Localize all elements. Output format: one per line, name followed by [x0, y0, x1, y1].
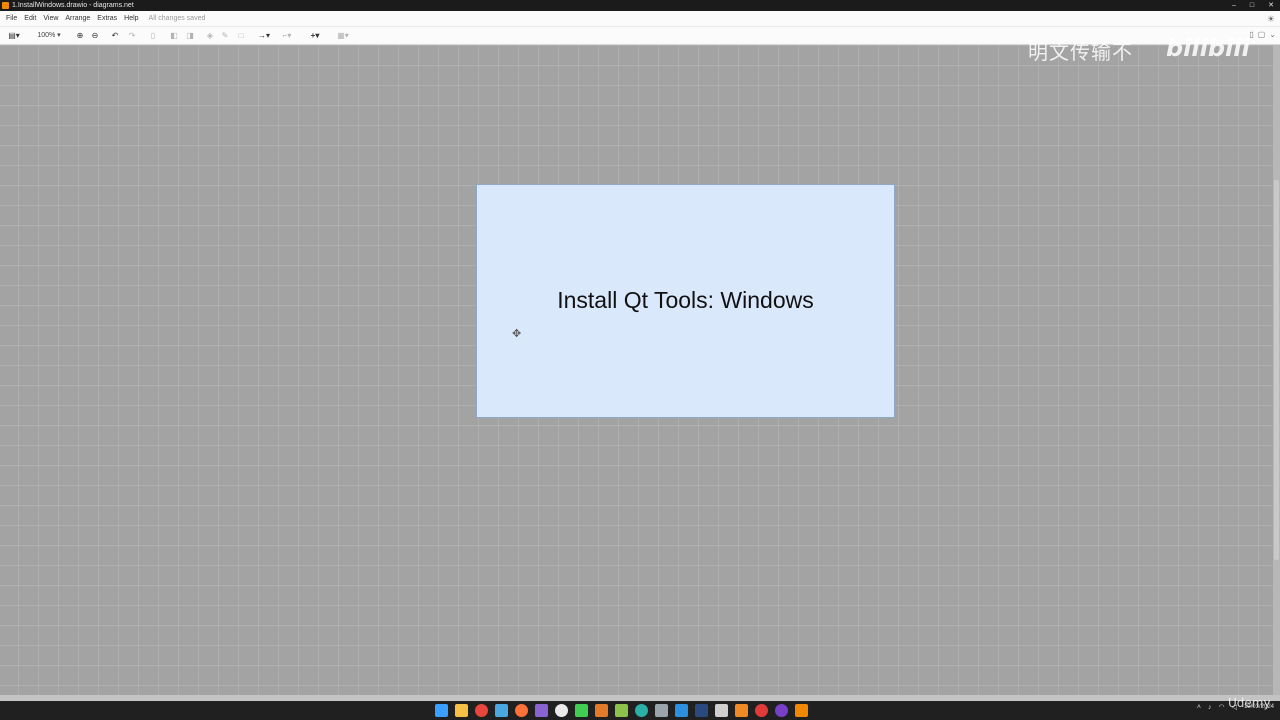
toolbar-right: ▯ ▢ ⌄ [1249, 30, 1276, 39]
scrollbar-thumb[interactable] [1274, 180, 1279, 560]
firefox-icon[interactable] [515, 704, 528, 717]
fullscreen-icon[interactable]: ▢ [1258, 30, 1266, 39]
window-controls: – □ ✕ [1232, 0, 1274, 11]
to-front-icon[interactable]: ◧ [169, 30, 179, 42]
maximize-button[interactable]: □ [1250, 0, 1254, 11]
drawio-taskbar-icon[interactable] [795, 704, 808, 717]
save-status: All changes saved [148, 15, 206, 22]
title-bar: 1.InstallWindows.drawio - diagrams.net –… [0, 0, 1280, 11]
notepad-icon[interactable] [615, 704, 628, 717]
udemy-watermark: Udemy [1228, 696, 1271, 710]
taskbar-apps [435, 704, 808, 717]
chrome-icon[interactable] [475, 704, 488, 717]
app-icon[interactable] [495, 704, 508, 717]
table-icon[interactable]: ▦▾ [334, 30, 352, 42]
menu-file[interactable]: File [6, 11, 17, 27]
wifi-icon[interactable]: ◠ [1218, 703, 1224, 711]
collapse-icon[interactable]: ⌄ [1269, 30, 1276, 39]
app2-icon[interactable] [755, 704, 768, 717]
format-panel-icon[interactable]: ▤▾ [6, 30, 22, 42]
remote-desktop-icon[interactable] [715, 704, 728, 717]
shadow-icon[interactable]: □ [236, 30, 246, 42]
menu-bar: File Edit View Arrange Extras Help All c… [0, 11, 1280, 27]
file-explorer-icon[interactable] [455, 704, 468, 717]
watermark-text: 明文传输不 [1028, 40, 1133, 64]
ds-icon[interactable] [695, 704, 708, 717]
insert-icon[interactable]: +▾ [306, 30, 324, 42]
drawio-app-icon [2, 2, 9, 9]
menu-extras[interactable]: Extras [97, 11, 117, 27]
undo-icon[interactable]: ↶ [110, 30, 120, 42]
diagram-shape[interactable]: Install Qt Tools: Windows [476, 184, 895, 418]
zoom-select[interactable]: 100% ▾ [34, 30, 64, 42]
menu-edit[interactable]: Edit [24, 11, 36, 27]
delete-icon[interactable]: ▯ [148, 30, 158, 42]
edge-icon[interactable] [635, 704, 648, 717]
chatgpt-icon[interactable] [555, 704, 568, 717]
menu-view[interactable]: View [43, 11, 58, 27]
chevron-up-icon[interactable]: ˄ [1197, 704, 1201, 711]
blender-icon[interactable] [595, 704, 608, 717]
qt-creator-icon[interactable] [575, 704, 588, 717]
taskbar: ˄ ♪ ◠ ◁ 19/03/2024 [0, 701, 1280, 720]
terminal-icon[interactable] [655, 704, 668, 717]
visual-studio-icon[interactable] [535, 704, 548, 717]
zoom-value: 100% [37, 32, 56, 39]
menu-help[interactable]: Help [124, 11, 138, 27]
move-cursor-icon: ✥ [512, 328, 522, 340]
fill-color-icon[interactable]: ◈ [205, 30, 215, 42]
blender2-icon[interactable] [735, 704, 748, 717]
waypoints-icon[interactable]: ⌐▾ [279, 30, 295, 42]
vscode-icon[interactable] [675, 704, 688, 717]
to-back-icon[interactable]: ◨ [185, 30, 195, 42]
window-title: 1.InstallWindows.drawio - diagrams.net [12, 2, 134, 9]
menu-arrange[interactable]: Arrange [65, 11, 90, 27]
connection-icon[interactable]: →▾ [256, 30, 272, 42]
mic-icon[interactable]: ♪ [1208, 704, 1212, 711]
settings-icon[interactable]: ☀ [1267, 11, 1275, 27]
obs-icon[interactable] [775, 704, 788, 717]
start-icon[interactable] [435, 704, 448, 717]
zoom-in-icon[interactable]: ⊕ [75, 30, 85, 42]
close-button[interactable]: ✕ [1268, 0, 1274, 11]
vertical-scrollbar[interactable] [1273, 45, 1280, 695]
zoom-out-icon[interactable]: ⊖ [90, 30, 100, 42]
line-color-icon[interactable]: ✎ [220, 30, 230, 42]
minimize-button[interactable]: – [1232, 0, 1236, 11]
bilibili-logo: bilibili [1166, 34, 1250, 62]
redo-icon[interactable]: ↷ [127, 30, 137, 42]
shape-label: Install Qt Tools: Windows [557, 286, 814, 313]
